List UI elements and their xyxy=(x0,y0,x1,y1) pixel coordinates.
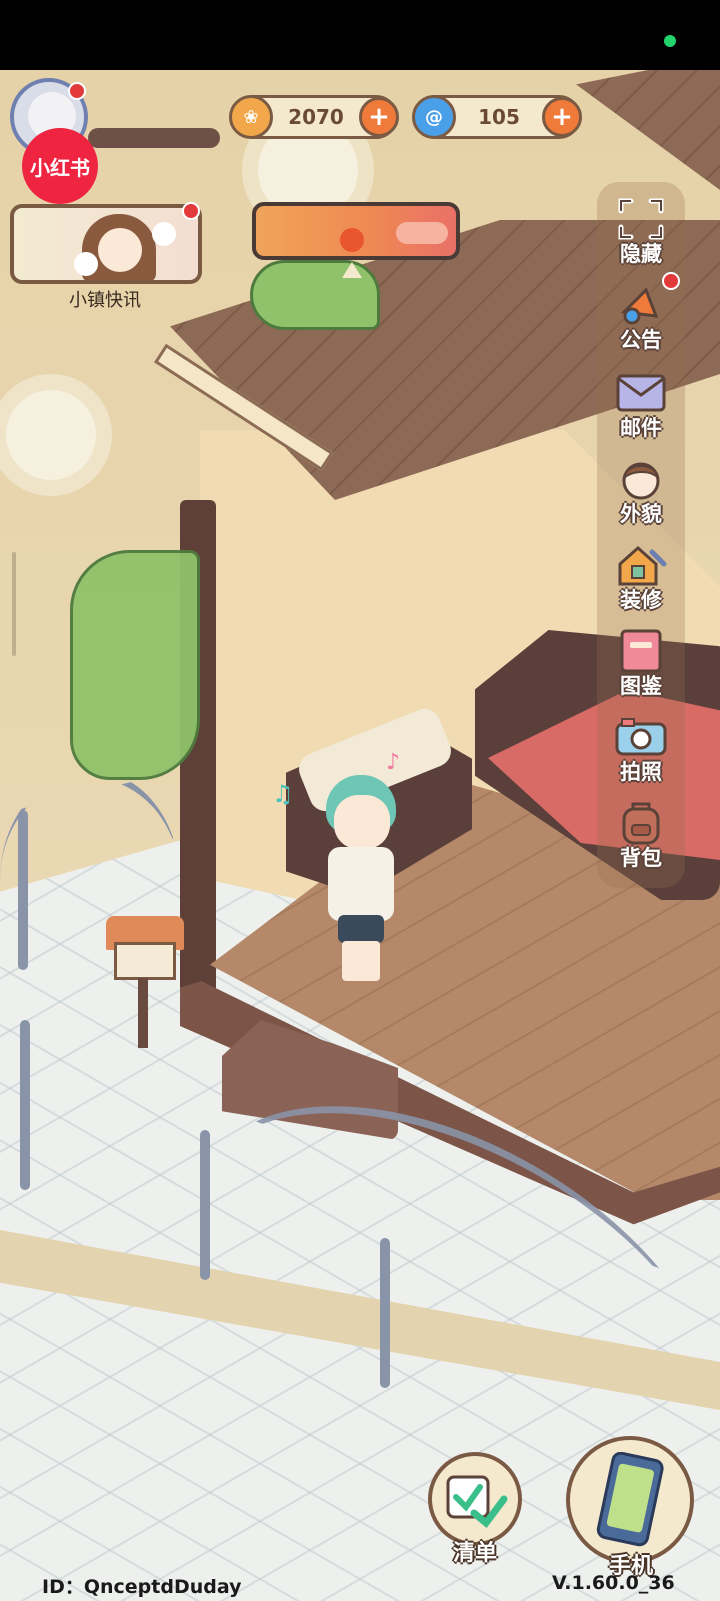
plant-leaves xyxy=(70,550,200,780)
weather-time-bar[interactable] xyxy=(252,202,460,260)
menu-item-decorate[interactable]: 装修 xyxy=(602,540,680,620)
scroll-indicator xyxy=(12,552,16,656)
time-marker-icon xyxy=(342,262,362,278)
notification-badge xyxy=(182,202,200,220)
camera-icon xyxy=(614,712,668,762)
menu-item-collection[interactable]: 图鉴 xyxy=(602,626,680,706)
character-shirt xyxy=(328,847,394,921)
menu-label: 外貌 xyxy=(620,502,662,526)
coin-value: 2070 xyxy=(288,105,344,129)
music-note-icon: ♪ xyxy=(386,750,401,775)
experience-bar xyxy=(88,128,220,148)
character-face xyxy=(334,795,390,849)
backpack-icon xyxy=(614,798,668,848)
gem-value: 105 xyxy=(478,105,520,129)
menu-label: 邮件 xyxy=(620,416,662,440)
appearance-face-icon xyxy=(614,454,668,504)
checklist-icon xyxy=(446,1475,508,1529)
collection-book-icon xyxy=(614,626,668,676)
notification-badge xyxy=(662,272,680,290)
menu-item-announcement[interactable]: 公告 xyxy=(602,280,680,360)
player-id: ID：QnceptdDuday xyxy=(42,1576,242,1598)
status-indicator-dot xyxy=(664,35,676,47)
menu-label: 公告 xyxy=(620,328,662,352)
menu-item-backpack[interactable]: 背包 xyxy=(602,798,680,878)
character-legs xyxy=(342,941,380,981)
xiaohongshu-logo[interactable]: 小红书 xyxy=(22,128,98,204)
menu-item-hide[interactable]: 隐藏 xyxy=(602,194,680,274)
gem-counter[interactable]: @ 105 + xyxy=(412,95,582,139)
menu-label: 拍照 xyxy=(620,760,662,784)
hide-frame-icon xyxy=(614,194,668,244)
character-shorts xyxy=(338,915,384,943)
mailbox-pole xyxy=(138,978,148,1048)
status-bar xyxy=(0,0,720,70)
coin-counter[interactable]: ❀ 2070 + xyxy=(229,95,399,139)
sunset-icon xyxy=(340,228,364,252)
sun-decoration xyxy=(6,390,96,480)
fence-post xyxy=(380,1238,390,1388)
cloud-icon xyxy=(396,222,448,244)
menu-item-appearance[interactable]: 外貌 xyxy=(602,454,680,534)
mailbox-body xyxy=(114,942,176,980)
fence-post xyxy=(18,810,28,970)
news-portrait-face xyxy=(98,228,142,272)
fence-post xyxy=(20,1020,30,1190)
menu-item-mail[interactable]: 邮件 xyxy=(602,368,680,448)
menu-label: 隐藏 xyxy=(620,242,662,266)
phone-button[interactable] xyxy=(566,1436,694,1564)
town-news-label: 小镇快讯 xyxy=(69,290,141,311)
paw-icon xyxy=(152,222,176,246)
menu-label: 图鉴 xyxy=(620,674,662,698)
decorate-house-icon xyxy=(614,540,668,590)
paw-icon xyxy=(74,252,98,276)
menu-label: 背包 xyxy=(620,846,662,870)
music-note-icon: ♫ xyxy=(272,780,294,808)
swirl-gem-icon: @ xyxy=(412,95,456,139)
menu-label: 装修 xyxy=(620,588,662,612)
announcement-icon xyxy=(614,280,668,330)
add-coins-button[interactable]: + xyxy=(359,97,399,137)
player-character[interactable] xyxy=(318,775,410,990)
phone-icon xyxy=(596,1452,664,1547)
menu-item-camera[interactable]: 拍照 xyxy=(602,712,680,792)
checklist-button[interactable] xyxy=(428,1452,522,1546)
mailbox[interactable] xyxy=(100,916,186,1050)
add-gems-button[interactable]: + xyxy=(542,97,582,137)
notification-badge xyxy=(68,82,86,100)
checklist-label: 清单 xyxy=(452,1541,497,1566)
fence-post xyxy=(200,1130,210,1280)
mail-envelope-icon xyxy=(614,368,668,418)
clover-coin-icon: ❀ xyxy=(229,95,273,139)
town-news-card[interactable] xyxy=(10,204,202,284)
version-label: V.1.60.0_36 xyxy=(552,1572,675,1594)
